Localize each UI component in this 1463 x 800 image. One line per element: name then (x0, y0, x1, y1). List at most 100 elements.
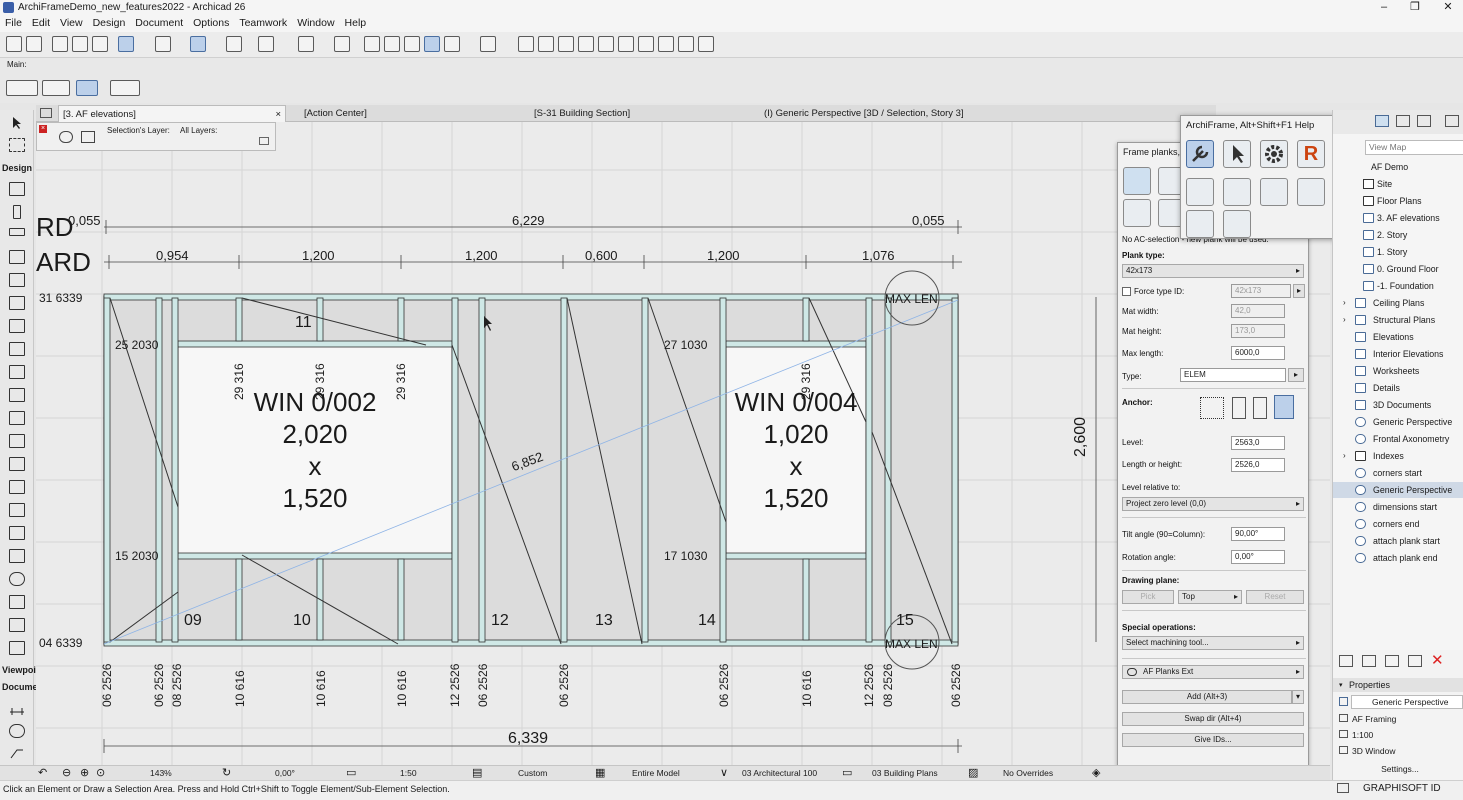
pick-button[interactable]: Pick (1122, 590, 1174, 604)
force-type-checkbox[interactable] (1122, 287, 1131, 296)
stair-tool-icon[interactable] (9, 319, 25, 333)
nav-item[interactable]: 3D Documents (1333, 397, 1463, 413)
swap-dir-button[interactable]: Swap dir (Alt+4) (1122, 712, 1304, 726)
layer-combo-icon[interactable]: ▤ (472, 766, 482, 780)
frame-wall-icon[interactable] (1223, 178, 1251, 206)
label-tool-icon[interactable] (9, 746, 25, 760)
plank-icon[interactable] (1186, 178, 1214, 206)
settings-icon[interactable] (1408, 655, 1422, 667)
panel-icon[interactable] (1223, 210, 1251, 238)
menu-document[interactable]: Document (130, 15, 188, 32)
panel-tool-icon[interactable] (9, 618, 25, 632)
new-plank-icon[interactable] (1123, 167, 1151, 195)
curtain-wall-tool-icon[interactable] (9, 365, 25, 379)
railing-tool-icon[interactable] (9, 342, 25, 356)
view-map-icon[interactable] (1396, 115, 1410, 127)
stair-equip-tool-icon[interactable] (9, 549, 25, 563)
opening-tool-icon[interactable] (9, 595, 25, 609)
level-dimension-tool-icon[interactable] (9, 724, 25, 738)
add-button[interactable]: Add (Alt+3) (1122, 690, 1292, 704)
column-tool-icon[interactable] (13, 205, 21, 219)
zoom-icon[interactable]: ⊙ (96, 766, 105, 780)
settings-button[interactable]: Settings... (1339, 762, 1461, 776)
menu-window[interactable]: Window (292, 15, 339, 32)
split-icon[interactable] (598, 36, 614, 52)
trim-icon[interactable] (518, 36, 534, 52)
skylight-tool-icon[interactable] (9, 434, 25, 448)
nav-item[interactable]: Floor Plans (1333, 193, 1463, 209)
box-icon[interactable] (1123, 199, 1151, 227)
nav-item[interactable]: Elevations (1333, 329, 1463, 345)
force-type-arrow[interactable]: ▸ (1293, 284, 1305, 298)
nav-item[interactable]: 2. Story (1333, 227, 1463, 243)
menu-view[interactable]: View (55, 15, 88, 32)
wrench-icon[interactable] (1186, 140, 1214, 168)
model-view-icon[interactable] (480, 36, 496, 52)
level-field[interactable]: 2563,0 (1231, 436, 1285, 450)
pen-set-icon[interactable]: ∨ (720, 766, 728, 780)
view-3d-icon[interactable] (298, 36, 314, 52)
ortho-icon[interactable] (258, 36, 274, 52)
length-field[interactable]: 2526,0 (1231, 458, 1285, 472)
zoom-out-icon[interactable]: ⊖ (62, 766, 71, 780)
nav-item[interactable]: -1. Foundation (1333, 278, 1463, 294)
nav-item[interactable]: › Structural Plans (1333, 312, 1463, 328)
flag-icon[interactable] (658, 36, 674, 52)
mat-height-field[interactable]: 173,0 (1231, 324, 1285, 338)
close-icon[interactable]: × (39, 125, 47, 133)
dimension-tool-icon[interactable] (9, 702, 25, 716)
beam-tool-icon[interactable] (9, 228, 25, 236)
new-view-icon[interactable] (1339, 655, 1353, 667)
menu-teamwork[interactable]: Teamwork (234, 15, 292, 32)
tab-generic-perspective[interactable]: (I) Generic Perspective [3D / Selection,… (748, 105, 1128, 122)
redo-icon[interactable] (26, 36, 42, 52)
marquee-tool-icon[interactable] (6, 80, 38, 96)
ungroup-icon[interactable] (384, 36, 400, 52)
roof-frame-icon[interactable] (1260, 178, 1288, 206)
rotate-icon[interactable]: ↻ (222, 766, 231, 780)
layout-icon[interactable] (678, 36, 694, 52)
undo-view-icon[interactable]: ↶ (38, 766, 47, 780)
graphisoft-id-link[interactable]: GRAPHISOFT ID (1363, 781, 1441, 797)
menu-design[interactable]: Design (88, 15, 131, 32)
roof-tool-icon[interactable] (9, 273, 25, 287)
beam-icon[interactable] (1186, 210, 1214, 238)
nav-item[interactable]: Details (1333, 380, 1463, 396)
nav-item[interactable]: › Indexes (1333, 448, 1463, 464)
eyedropper-icon[interactable] (92, 36, 108, 52)
clone-icon[interactable] (1362, 655, 1376, 667)
tab-action-center[interactable]: [Action Center] (288, 105, 516, 122)
menu-help[interactable]: Help (340, 15, 372, 32)
suspend-groups-icon[interactable] (404, 36, 420, 52)
window-tool-icon[interactable] (9, 411, 25, 425)
view-name-field[interactable]: Generic Perspective (1351, 695, 1463, 709)
selection-mode-icon[interactable] (42, 80, 70, 96)
eye-icon[interactable] (59, 131, 73, 143)
shell-tool-icon[interactable] (9, 296, 25, 310)
pointer-icon[interactable] (1223, 140, 1251, 168)
menu-file[interactable]: File (0, 15, 27, 32)
grid-tool-icon[interactable] (9, 641, 25, 655)
rotation-angle-field[interactable]: 0,00° (1231, 550, 1285, 564)
delete-icon[interactable]: ✕ (1431, 651, 1444, 669)
nav-item[interactable]: corners end (1333, 516, 1463, 532)
collapse-icon[interactable]: ▾ (1339, 681, 1343, 689)
nav-item[interactable]: attach plank end (1333, 550, 1463, 566)
mesh-tool-icon[interactable] (9, 503, 25, 517)
grid-snap-icon[interactable] (226, 36, 242, 52)
gravity-icon[interactable] (190, 36, 206, 52)
inject-icon[interactable] (72, 36, 88, 52)
dimension-standard[interactable]: 03 Building Plans (872, 766, 938, 780)
nav-item[interactable]: dimensions start (1333, 499, 1463, 515)
anchor-center-icon[interactable] (1253, 397, 1267, 419)
lamp-tool-icon[interactable] (9, 572, 25, 586)
wall-tool-icon[interactable] (9, 182, 25, 196)
door-tool-icon[interactable] (9, 388, 25, 402)
nav-item-selected[interactable]: Generic Perspective (1333, 482, 1463, 498)
undo-icon[interactable] (259, 137, 269, 145)
override-icon[interactable]: ▨ (968, 766, 978, 780)
max-length-field[interactable]: 6000,0 (1231, 346, 1285, 360)
scale-value[interactable]: 1:50 (400, 766, 417, 780)
folder-add-icon[interactable] (1385, 655, 1399, 667)
adjust-icon[interactable] (538, 36, 554, 52)
